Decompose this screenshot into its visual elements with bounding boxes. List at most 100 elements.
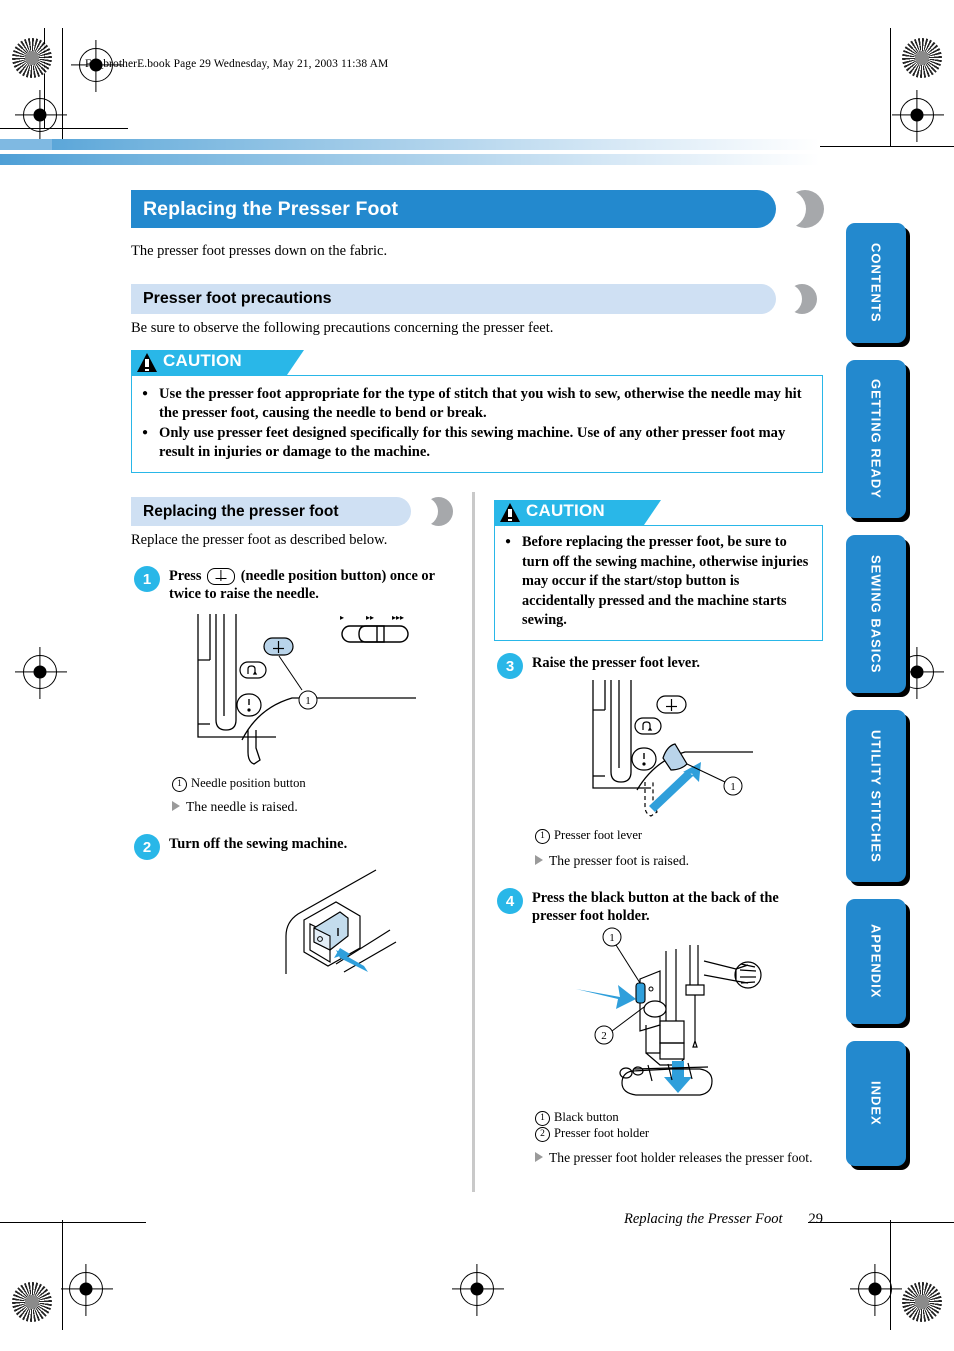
- warning-triangle-icon: [137, 353, 157, 372]
- step-3-caption: 1 Presser foot lever: [535, 828, 642, 844]
- crop-mark-bottom-left-v: [62, 1220, 64, 1330]
- caution-body: Before replacing the presser foot, be su…: [494, 525, 823, 641]
- footer-page-number: 29: [808, 1211, 824, 1227]
- step-3-result: The presser foot is raised.: [535, 853, 689, 869]
- caution-box-right: CAUTION Before replacing the presser foo…: [494, 500, 823, 641]
- step-1-diagram: 1 ▸ ▸▸ ▸▸▸: [180, 612, 440, 772]
- caution-body: Use the presser foot appropriate for the…: [131, 375, 823, 473]
- caution-list: Use the presser foot appropriate for the…: [142, 384, 812, 462]
- speed-slider-icon: [341, 625, 409, 643]
- step-4-diagram: 1 2: [560, 925, 820, 1105]
- caution-box-main: CAUTION Use the presser foot appropriate…: [131, 350, 823, 473]
- side-tab-label: CONTENTS: [868, 243, 884, 323]
- step-4-text: Press the black button at the back of th…: [532, 890, 779, 924]
- section-heading: Presser foot precautions: [143, 290, 332, 307]
- step-2-diagram: [240, 866, 400, 976]
- registration-mark-bottom-left: [69, 1272, 103, 1306]
- side-tab-label: INDEX: [868, 1081, 884, 1126]
- section-pill: Presser foot precautions: [131, 284, 776, 314]
- step-2-number: 2: [134, 834, 160, 860]
- result-text: The presser foot is raised.: [549, 853, 690, 868]
- result-triangle-icon: [172, 801, 180, 811]
- svg-text:1: 1: [609, 932, 615, 944]
- needle-position-button-icon: [656, 695, 687, 714]
- subsection-heading-bar: Replacing the presser foot: [131, 497, 461, 526]
- side-tab-index[interactable]: INDEX: [846, 1041, 906, 1166]
- callout-number: 1: [172, 777, 187, 792]
- registration-mark-left-middle: [23, 655, 57, 689]
- step-2-text: Turn off the sewing machine.: [169, 836, 348, 852]
- caution-item: Use the presser foot appropriate for the…: [142, 384, 812, 423]
- halftone-target-top-right: [902, 38, 942, 78]
- halftone-target-top-left: [12, 38, 52, 78]
- speed-mark-2: ▸▸: [366, 613, 374, 622]
- page-title-bar: Replacing the Presser Foot: [131, 190, 824, 228]
- result-text: The needle is raised.: [186, 799, 298, 814]
- step-3-text: Raise the presser foot lever.: [532, 655, 700, 671]
- crop-mark-top-right-h: [808, 146, 954, 148]
- section-text: Be sure to observe the following precaut…: [131, 320, 554, 336]
- page-title: Replacing the Presser Foot: [143, 197, 399, 220]
- callout-label: Black button: [554, 1110, 619, 1124]
- caution-label: CAUTION: [526, 501, 605, 520]
- halftone-target-bottom-right: [902, 1282, 942, 1322]
- subsection-pill: Replacing the presser foot: [131, 497, 411, 526]
- column-divider: [472, 492, 475, 1192]
- start-stop-button-icon: [631, 747, 657, 771]
- start-stop-button-icon: [236, 693, 262, 717]
- registration-mark-bottom-right: [858, 1272, 892, 1306]
- intro-text: The presser foot presses down on the fab…: [131, 243, 388, 259]
- crop-mark-top-right-v: [890, 28, 892, 146]
- section-heading-bar: Presser foot precautions: [131, 284, 823, 314]
- registration-mark-right-upper: [900, 98, 934, 132]
- svg-text:1: 1: [305, 695, 311, 707]
- step-3-diagram: 1: [575, 678, 825, 818]
- reverse-stitch-button-icon: [634, 717, 662, 735]
- result-text: The presser foot holder releases the pre…: [549, 1150, 813, 1165]
- footer-title: Replacing the Presser Foot: [623, 1211, 783, 1227]
- caution-item: Only use presser feet designed specifica…: [142, 423, 812, 462]
- step-1-number: 1: [134, 566, 160, 592]
- callout-number: 1: [535, 1111, 550, 1126]
- step-3-number: 3: [497, 653, 523, 679]
- book-file-header: F0_brotherE.book Page 29 Wednesday, May …: [85, 58, 389, 70]
- step-4-result: The presser foot holder releases the pre…: [535, 1148, 820, 1167]
- side-tab-contents[interactable]: CONTENTS: [846, 223, 906, 343]
- side-tab-utility-stitches[interactable]: UTILITY STITCHES: [846, 710, 906, 882]
- crop-mark-bottom-right-h: [808, 1222, 954, 1224]
- side-tab-label: UTILITY STITCHES: [868, 729, 884, 863]
- side-tab-getting-ready[interactable]: GETTING READY: [846, 360, 906, 518]
- side-tab-sewing-basics[interactable]: SEWING BASICS: [846, 535, 906, 693]
- callout-number: 1: [535, 829, 550, 844]
- page-footer: Replacing the Presser Foot 29: [0, 1210, 823, 1228]
- subsection-heading: Replacing the presser foot: [143, 502, 339, 520]
- side-tab-label: GETTING READY: [868, 379, 884, 499]
- callout-number: 2: [535, 1127, 550, 1142]
- registration-mark-bottom-center: [460, 1272, 494, 1306]
- speed-mark-3: ▸▸▸: [392, 613, 404, 622]
- crop-mark-bottom-right-v: [890, 1220, 892, 1330]
- speed-mark-1: ▸: [340, 613, 344, 622]
- needle-position-button-icon: [207, 568, 236, 586]
- caution-label: CAUTION: [163, 351, 242, 370]
- caution-header: CAUTION: [494, 500, 823, 525]
- step-1-result: The needle is raised.: [172, 799, 298, 815]
- svg-text:1: 1: [730, 781, 736, 793]
- side-tab-appendix[interactable]: APPENDIX: [846, 899, 906, 1024]
- callout-label: Presser foot lever: [554, 828, 643, 842]
- header-gradient-bar-1: [0, 139, 820, 150]
- svg-text:2: 2: [601, 1030, 607, 1042]
- caution-header: CAUTION: [131, 350, 823, 375]
- registration-mark-left-upper: [23, 98, 57, 132]
- title-pill: Replacing the Presser Foot: [131, 190, 776, 228]
- side-tab-label: APPENDIX: [868, 924, 884, 999]
- step-1-text-before: Press: [169, 568, 202, 584]
- step-1-caption: 1 Needle position button: [172, 776, 306, 792]
- reverse-stitch-button-icon: [239, 661, 267, 679]
- caution-list: Before replacing the presser foot, be su…: [505, 532, 812, 631]
- needle-position-button-highlight: [263, 637, 294, 656]
- step-1-text: Press (needle position button) once or t…: [169, 567, 459, 603]
- result-triangle-icon: [535, 1152, 543, 1162]
- callout-label: Needle position button: [191, 776, 306, 790]
- side-tab-nav: CONTENTS GETTING READY SEWING BASICS UTI…: [846, 223, 908, 1183]
